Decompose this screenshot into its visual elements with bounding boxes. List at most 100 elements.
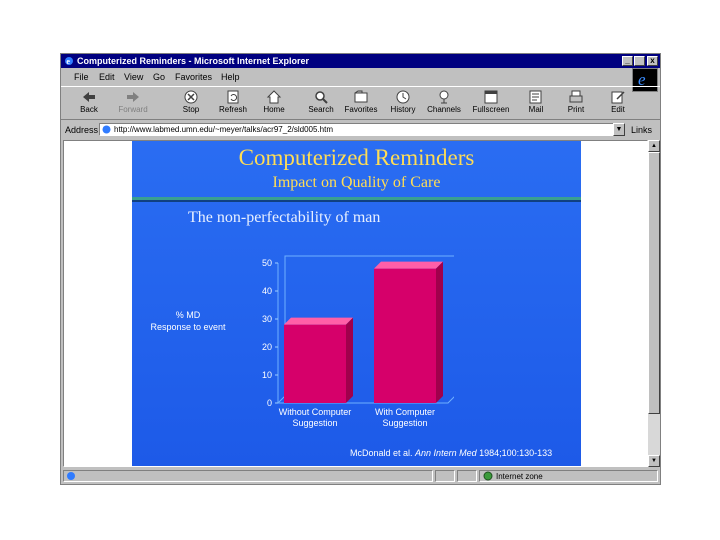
history-icon [396,90,410,104]
history-label: History [390,105,416,114]
y-axis-label: % MD Response to event [132,309,244,333]
minimize-button[interactable]: _ [622,56,633,66]
page-viewport: Computerized Reminders Impact on Quality… [63,140,648,467]
x-tick-label: Suggestion [382,418,427,428]
globe-icon [483,471,493,481]
citation-journal: Ann Intern Med [415,448,477,458]
bar [284,324,346,403]
back-button[interactable]: Back [69,88,109,120]
forward-button[interactable]: Forward [113,88,153,120]
status-zone-label: Internet zone [496,472,543,481]
address-bar: Address http://www.labmed.umn.edu/~meyer… [61,121,660,139]
y-tick-label: 30 [262,314,272,324]
bar-chart: 01020304050Without ComputerSuggestionWit… [262,255,454,428]
search-label: Search [308,105,334,114]
x-tick-label: With Computer [375,407,435,417]
slide-subtitle: Impact on Quality of Care [272,174,441,191]
status-zone: Internet zone [479,470,658,482]
y-tick-label: 0 [267,398,272,408]
bar-top [374,261,443,269]
menu-go[interactable]: Go [153,72,165,82]
window-title: Computerized Reminders - Microsoft Inter… [77,56,310,66]
home-icon [266,90,282,104]
history-button[interactable]: History [383,88,423,120]
favorites-button[interactable]: Favorites [341,88,381,120]
status-cell [457,470,477,482]
menu-bar: File Edit View Go Favorites Help [61,69,660,85]
bar [374,268,436,403]
mail-icon [529,90,542,104]
y-tick-label: 10 [262,370,272,380]
ie-status-icon [67,472,75,480]
slide-divider-shadow [132,200,581,202]
links-button[interactable]: Links [631,125,652,135]
scroll-down-button[interactable]: ▼ [648,455,660,467]
stop-label: Stop [182,105,200,114]
scroll-thumb[interactable] [648,152,660,414]
stop-button[interactable]: Stop [171,88,211,120]
forward-label: Forward [118,105,148,114]
back-arrow-icon [83,92,95,102]
vertical-scrollbar[interactable]: ▲ ▼ [648,140,660,467]
search-button[interactable]: Search [301,88,341,120]
channels-label: Channels [427,105,461,114]
y-axis-label-line1: % MD [175,310,201,320]
fullscreen-label: Fullscreen [472,105,510,114]
channels-button[interactable]: Channels [424,88,464,120]
fullscreen-icon [484,90,498,104]
status-message [63,470,433,482]
citation-ref: 1984;100:130-133 [479,448,553,458]
ie-icon: e [65,57,73,66]
bar-side [346,317,353,403]
y-tick-label: 50 [262,258,272,268]
status-bar: Internet zone [61,468,660,485]
edit-button[interactable]: Edit [598,88,638,120]
slide: Computerized Reminders Impact on Quality… [132,141,581,466]
forward-arrow-icon [127,92,139,102]
fullscreen-button[interactable]: Fullscreen [471,88,511,120]
browser-window: e Computerized Reminders - Microsoft Int… [60,53,661,485]
back-label: Back [80,105,98,114]
y-tick-label: 20 [262,342,272,352]
edit-label: Edit [611,105,625,114]
search-icon [315,91,328,104]
bar-top [284,317,353,325]
x-tick-label: Suggestion [292,418,337,428]
print-label: Print [567,105,585,114]
bar-side [436,261,443,403]
mail-button[interactable]: Mail [516,88,556,120]
menu-help[interactable]: Help [221,72,240,82]
y-axis-label-line2: Response to event [150,322,226,332]
status-cell [435,470,455,482]
address-label: Address [65,125,99,135]
y-tick-label: 40 [262,286,272,296]
menu-file[interactable]: File [74,72,89,82]
refresh-icon [227,90,239,104]
refresh-button[interactable]: Refresh [213,88,253,120]
title-bar[interactable]: e Computerized Reminders - Microsoft Int… [61,54,660,68]
home-label: Home [263,105,285,114]
address-dropdown[interactable]: ▼ [613,123,625,136]
citation: McDonald et al. Ann Intern Med 1984;100:… [350,448,552,458]
scroll-up-button[interactable]: ▲ [648,140,660,152]
svg-text:e: e [66,57,70,66]
citation-authors: McDonald et al. [350,448,413,458]
menu-favorites[interactable]: Favorites [175,72,212,82]
address-url: http://www.labmed.umn.edu/~meyer/talks/a… [114,125,333,134]
print-icon [569,90,583,103]
refresh-label: Refresh [218,105,247,114]
favorites-icon [354,90,368,103]
close-button[interactable]: x [647,56,658,66]
address-input[interactable]: http://www.labmed.umn.edu/~meyer/talks/a… [99,123,625,136]
edit-icon [611,91,625,104]
favorites-label: Favorites [344,105,378,114]
slide-title: Computerized Reminders [238,145,475,170]
menu-view[interactable]: View [124,72,143,82]
home-button[interactable]: Home [254,88,294,120]
maximize-button[interactable] [634,56,645,66]
channels-icon [439,90,449,104]
x-tick-label: Without Computer [279,407,352,417]
page-icon [102,125,111,134]
print-button[interactable]: Print [556,88,596,120]
menu-edit[interactable]: Edit [99,72,115,82]
